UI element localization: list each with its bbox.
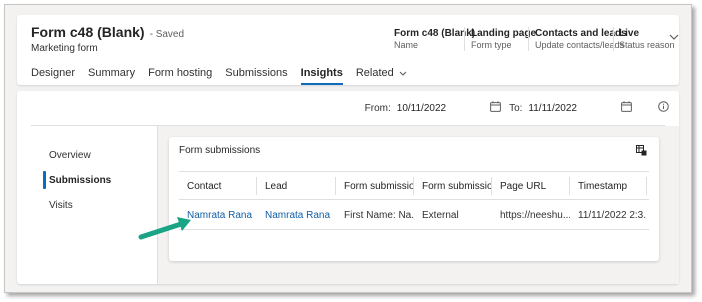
meta-divider bbox=[464, 27, 465, 51]
calendar-icon[interactable] bbox=[490, 101, 501, 115]
nav-visits[interactable]: Visits bbox=[43, 193, 111, 217]
page-url-cell: https://neeshu.... bbox=[500, 209, 570, 221]
entity-type: Marketing form bbox=[31, 43, 98, 54]
meta-name: Form c48 (Blank) Name bbox=[394, 28, 475, 50]
column-header-contact[interactable]: Contact bbox=[179, 177, 257, 195]
submission-type-cell: External bbox=[422, 209, 459, 221]
calendar-icon[interactable] bbox=[621, 101, 632, 115]
table-row[interactable]: Namrata Rana Namrata Rana First Name: Na… bbox=[179, 203, 647, 227]
insights-panel: From: 10/11/2022 To: 11/11/2022 Overview… bbox=[17, 91, 679, 284]
lead-link[interactable]: Namrata Rana bbox=[257, 203, 336, 227]
insights-nav: Overview Submissions Visits bbox=[43, 143, 111, 218]
column-header-form-submission-type[interactable]: Form submission... bbox=[414, 177, 492, 195]
form-header: Form c48 (Blank) - Saved Marketing form … bbox=[17, 15, 679, 85]
from-date-input[interactable]: 10/11/2022 bbox=[397, 103, 446, 114]
meta-name-value: Form c48 (Blank) bbox=[394, 28, 476, 39]
from-label: From: bbox=[364, 102, 391, 114]
export-icon[interactable] bbox=[636, 145, 647, 159]
column-header-timestamp[interactable]: Timestamp bbox=[570, 177, 647, 195]
tab-form-hosting[interactable]: Form hosting bbox=[148, 63, 212, 83]
card-title: Form submissions bbox=[179, 145, 261, 156]
meta-status-label: Status reason bbox=[619, 40, 675, 50]
column-header-form-submissions[interactable]: Form submissions bbox=[336, 177, 414, 195]
saved-status: - Saved bbox=[149, 29, 185, 40]
annotation-arrow-icon bbox=[138, 217, 191, 240]
app-window: Form c48 (Blank) - Saved Marketing form … bbox=[4, 4, 692, 293]
column-header-lead[interactable]: Lead bbox=[257, 177, 336, 195]
grid-divider bbox=[179, 171, 649, 172]
chevron-down-icon bbox=[399, 67, 407, 79]
chevron-down-icon[interactable] bbox=[669, 31, 679, 43]
tab-list: Designer Summary Form hosting Submission… bbox=[31, 63, 420, 85]
nav-divider bbox=[157, 125, 158, 284]
tab-related[interactable]: Related bbox=[356, 63, 407, 83]
page-title: Form c48 (Blank) bbox=[31, 24, 145, 40]
timestamp-cell: 11/11/2022 2:3... bbox=[578, 209, 647, 221]
meta-form-type-label: Form type bbox=[471, 40, 512, 50]
nav-submissions[interactable]: Submissions bbox=[43, 168, 111, 192]
tab-related-label: Related bbox=[355, 67, 394, 79]
tab-insights[interactable]: Insights bbox=[300, 63, 344, 85]
meta-status-value: Live bbox=[619, 28, 640, 39]
title-row: Form c48 (Blank) - Saved bbox=[31, 24, 184, 40]
meta-status: Live Status reason bbox=[619, 28, 675, 50]
grid-divider bbox=[179, 199, 649, 200]
date-range: From: 10/11/2022 To: 11/11/2022 bbox=[365, 101, 669, 115]
tab-submissions[interactable]: Submissions bbox=[225, 63, 287, 83]
grid-header: Contact Lead Form submissions Form submi… bbox=[179, 177, 647, 195]
column-header-page-url[interactable]: Page URL bbox=[492, 177, 570, 195]
meta-divider bbox=[528, 27, 529, 51]
nav-overview[interactable]: Overview bbox=[43, 143, 111, 167]
info-icon[interactable] bbox=[658, 101, 669, 115]
meta-divider bbox=[613, 27, 614, 51]
grid-divider bbox=[179, 229, 649, 230]
tab-summary[interactable]: Summary bbox=[88, 63, 135, 83]
to-date-input[interactable]: 11/11/2022 bbox=[528, 103, 577, 114]
form-submissions-cell: First Name: Na... bbox=[344, 209, 414, 221]
meta-form-type-value: Landing page bbox=[471, 28, 536, 39]
form-submissions-card: Form submissions Contact Lead Form submi… bbox=[169, 137, 659, 261]
tab-designer[interactable]: Designer bbox=[31, 63, 75, 83]
to-label: To: bbox=[509, 102, 523, 114]
meta-name-label: Name bbox=[394, 40, 419, 50]
meta-form-type: Landing page Form type bbox=[471, 28, 536, 50]
